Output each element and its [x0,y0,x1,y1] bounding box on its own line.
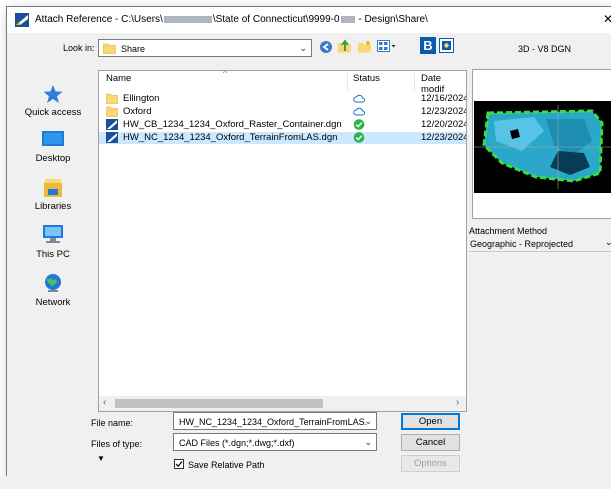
look-in-value: Share [121,44,146,54]
title-bar: Attach Reference - C:\Users\ \State of Co… [7,7,611,33]
cloud-icon [353,94,365,103]
chevron-down-icon: ⌄ [299,43,307,53]
look-in-label: Look in: [63,43,95,53]
folder-icon [106,93,118,104]
expand-triangle-icon[interactable]: ▼ [97,454,105,463]
place-desktop[interactable]: Desktop [15,130,91,164]
place-label: Libraries [34,201,72,212]
file-name: Ellington [123,93,160,104]
column-header-date-modified[interactable]: Date modif [421,73,466,95]
column-divider [347,73,348,91]
cancel-button[interactable]: Cancel [401,434,460,451]
close-icon[interactable]: ✕ [603,12,611,26]
bentley-b-icon[interactable]: B [420,37,436,54]
quick-access-icon [43,85,63,103]
save-relative-path-checkbox[interactable] [174,459,184,469]
place-label: Network [35,297,71,308]
chevron-down-icon: ⌄ [364,437,372,447]
libraries-icon [44,179,62,197]
place-this-pc[interactable]: This PC [15,224,91,260]
column-header-name[interactable]: Name [106,73,131,89]
place-network[interactable]: Network [15,272,91,308]
file-row-ellington[interactable]: Ellington 12/16/2024 [99,93,467,105]
file-date: 12/23/2024 [421,106,467,117]
background-strip [0,476,611,489]
back-icon[interactable] [319,40,333,54]
folder-icon [106,106,118,117]
dgn-file-icon [106,119,118,130]
scroll-right-icon[interactable]: › [456,397,459,408]
place-quick-access[interactable]: Quick access [15,84,91,118]
attachment-method-dropdown[interactable]: Geographic - Reprojected ⌄ [469,237,611,252]
network-icon [45,274,61,292]
column-divider [414,73,415,91]
chevron-down-icon[interactable]: ⌄ [364,416,372,427]
file-row-terrain-from-las[interactable]: HW_NC_1234_1234_Oxford_TerrainFromLAS.dg… [99,132,467,144]
look-in-dropdown[interactable]: Share ⌄ [98,39,312,57]
file-row-raster-container[interactable]: HW_CB_1234_1234_Oxford_Raster_Container.… [99,119,467,131]
title-prefix: Attach Reference - C:\Users\ [35,14,163,25]
thumbnail-icon[interactable] [439,38,454,53]
chevron-down-icon: ⌄ [605,237,611,247]
synced-check-icon [353,119,365,130]
attachment-method-value: Geographic - Reprojected [470,239,574,249]
preview-format-label: 3D - V8 DGN [518,44,572,54]
redacted-username [163,15,212,23]
place-label: Quick access [24,107,82,118]
title-middle: \State of Connecticut\9999-0 [212,14,340,25]
file-row-oxford[interactable]: Oxford 12/23/2024 [99,106,467,118]
file-name-input[interactable]: HW_NC_1234_1234_Oxford_TerrainFromLAS. ⌄ [173,412,377,430]
cloud-icon [353,107,365,116]
file-date: 12/23/2024 [421,132,467,143]
folder-icon [103,43,116,54]
file-date: 12/16/2024 [421,93,467,104]
files-of-type-value: CAD Files (*.dgn;*.dwg;*.dxf) [179,438,295,448]
attachment-method-label: Attachment Method [469,226,548,236]
window-title: Attach Reference - C:\Users\ \State of Co… [35,14,428,25]
file-list[interactable]: ^ Name Status Date modif Ellington 12/16… [98,70,467,412]
file-name-value: HW_NC_1234_1234_Oxford_TerrainFromLAS. [179,417,368,427]
places-bar: Quick access Desktop Libraries This PC N… [15,70,91,396]
preview-image [474,101,611,193]
redacted-project-number [340,15,355,23]
sort-ascending-icon: ^ [223,70,228,78]
file-date: 12/20/2024 [421,119,467,130]
view-menu-icon[interactable] [377,40,397,53]
place-libraries[interactable]: Libraries [15,178,91,212]
place-label: This PC [36,249,70,260]
file-name: HW_NC_1234_1234_Oxford_TerrainFromLAS.dg… [123,132,338,143]
options-button[interactable]: Options [401,455,460,472]
scroll-left-icon[interactable]: ‹ [103,397,106,408]
files-of-type-dropdown[interactable]: CAD Files (*.dgn;*.dwg;*.dxf) ⌄ [173,433,377,451]
desktop-icon [42,131,64,146]
this-pc-icon [43,225,63,243]
save-relative-path-label: Save Relative Path [188,460,265,470]
title-suffix: - Design\Share\ [355,14,428,25]
open-button[interactable]: Open [401,413,460,430]
attach-reference-dialog: Attach Reference - C:\Users\ \State of Co… [6,6,611,477]
column-header-status[interactable]: Status [353,73,380,89]
horizontal-scrollbar[interactable]: ‹ › [99,396,466,411]
dgn-file-icon [106,132,118,143]
up-folder-icon[interactable] [337,39,352,54]
files-of-type-label: Files of type: [91,439,143,449]
checkmark-icon [175,461,183,468]
file-name-label: File name: [91,418,134,428]
file-name: Oxford [123,106,152,117]
scrollbar-thumb[interactable] [115,399,323,408]
file-name: HW_CB_1234_1234_Oxford_Raster_Container.… [123,119,342,130]
microstation-app-icon [15,13,29,27]
synced-check-icon [353,132,365,143]
terrain-preview-graphic [474,105,611,189]
place-label: Desktop [35,153,71,164]
new-folder-icon[interactable] [357,39,372,54]
